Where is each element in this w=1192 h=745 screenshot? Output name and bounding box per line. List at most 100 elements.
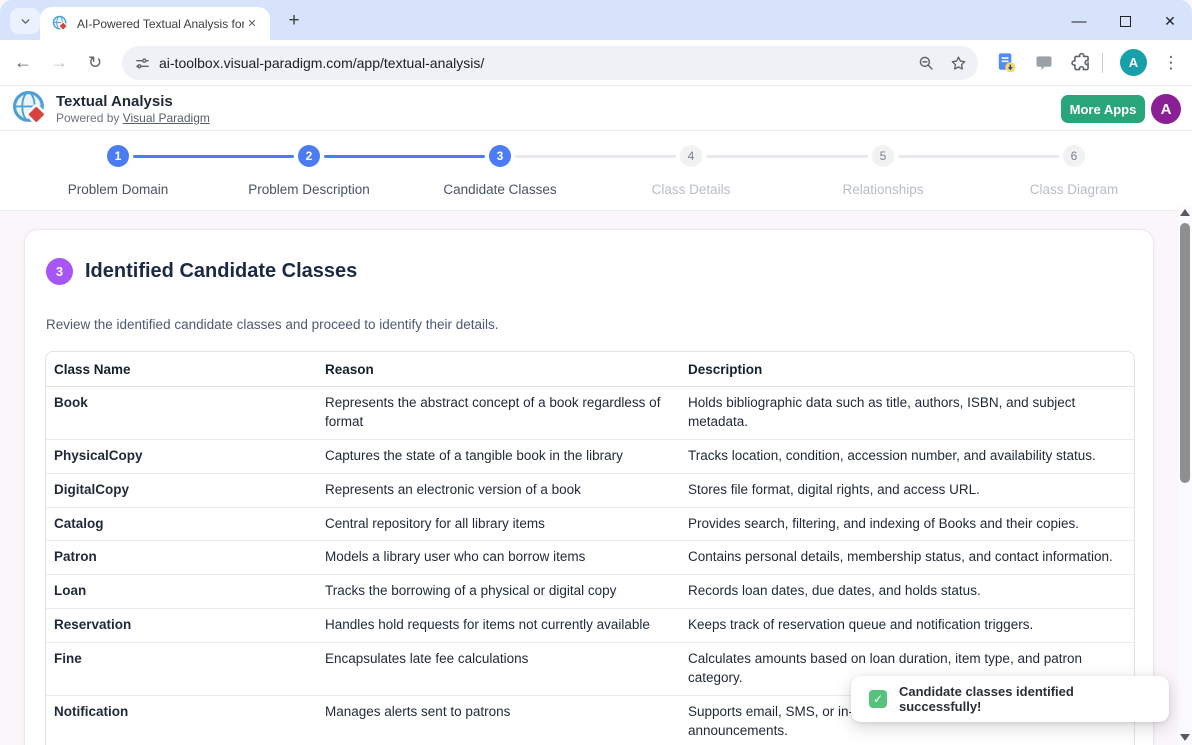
table-row: DigitalCopy Represents an electronic ver… [46, 474, 1134, 508]
window-maximize-button[interactable] [1110, 10, 1140, 32]
table-header-row: Class Name Reason Description [46, 352, 1134, 387]
new-tab-button[interactable]: + [282, 9, 306, 33]
extension-comment-icon[interactable] [1034, 53, 1054, 73]
table-row: Catalog Central repository for all libra… [46, 508, 1134, 542]
step-number: 2 [298, 145, 320, 167]
cell-description: Records loan dates, due dates, and holds… [680, 575, 1134, 609]
column-description: Description [680, 352, 1134, 387]
address-bar[interactable]: ai-toolbox.visual-paradigm.com/app/textu… [122, 46, 978, 80]
step-label: Problem Domain [33, 182, 203, 197]
cell-reason: Encapsulates late fee calculations [317, 643, 680, 696]
step-problem-domain[interactable]: 1 Problem Domain [33, 145, 203, 197]
cell-reason: Tracks the borrowing of a physical or di… [317, 575, 680, 609]
cell-reason: Models a library user who can borrow ite… [317, 541, 680, 575]
visual-paradigm-logo [12, 90, 49, 127]
cell-class-name: Reservation [46, 609, 317, 643]
browser-profile-avatar[interactable]: A [1120, 49, 1147, 76]
column-class-name: Class Name [46, 352, 317, 387]
forward-button[interactable]: → [44, 48, 74, 78]
success-check-icon: ✓ [869, 690, 887, 708]
site-settings-icon[interactable] [134, 55, 151, 72]
tab-close-icon[interactable]: ✕ [244, 16, 260, 32]
page-content: 3 Identified Candidate Classes Review th… [0, 211, 1178, 745]
step-label: Problem Description [224, 182, 394, 197]
wizard-stepper: 1 Problem Domain 2 Problem Description 3… [0, 131, 1192, 211]
table-row: Patron Models a library user who can bor… [46, 541, 1134, 575]
cell-reason: Handles hold requests for items not curr… [317, 609, 680, 643]
cell-reason: Manages alerts sent to patrons [317, 696, 680, 745]
window-minimize-button[interactable]: — [1064, 10, 1094, 32]
table-row: PhysicalCopy Captures the state of a tan… [46, 440, 1134, 474]
step-number: 6 [1063, 145, 1085, 167]
step-number: 5 [872, 145, 894, 167]
cell-class-name: Book [46, 387, 317, 440]
app-title: Textual Analysis [56, 93, 173, 110]
cell-reason: Central repository for all library items [317, 508, 680, 542]
chevron-down-icon [19, 15, 32, 28]
table-row: Book Represents the abstract concept of … [46, 387, 1134, 440]
cell-class-name: Catalog [46, 508, 317, 542]
bookmark-star-icon[interactable] [949, 54, 968, 73]
page-scrollbar[interactable] [1178, 205, 1192, 745]
tab-title: AI-Powered Textual Analysis for [77, 17, 244, 31]
cell-class-name: PhysicalCopy [46, 440, 317, 474]
step-number: 1 [107, 145, 129, 167]
step-problem-description[interactable]: 2 Problem Description [224, 145, 394, 197]
column-reason: Reason [317, 352, 680, 387]
step-label: Class Details [606, 182, 776, 197]
visual-paradigm-link[interactable]: Visual Paradigm [123, 111, 210, 125]
page-subtitle: Review the identified candidate classes … [46, 317, 499, 332]
step-relationships[interactable]: 5 Relationships [798, 145, 968, 197]
powered-by: Powered by Visual Paradigm [56, 111, 210, 125]
step-label: Class Diagram [989, 182, 1159, 197]
browser-toolbar: ← → ↻ ai-toolbox.visual-paradigm.com/app… [0, 40, 1192, 86]
powered-by-prefix: Powered by [56, 111, 123, 125]
zoom-indicator-icon[interactable] [917, 54, 935, 72]
maximize-icon [1120, 16, 1131, 27]
cell-class-name: Notification [46, 696, 317, 745]
toast-message: Candidate classes identified successfull… [899, 684, 1155, 714]
window-close-button[interactable]: ✕ [1155, 10, 1185, 32]
browser-tab[interactable]: AI-Powered Textual Analysis for ✕ [40, 7, 270, 40]
tab-search-button[interactable] [10, 8, 40, 34]
browser-menu-icon[interactable]: ⋮ [1158, 49, 1184, 76]
cell-description: Provides search, filtering, and indexing… [680, 508, 1134, 542]
app-user-avatar[interactable]: A [1151, 94, 1181, 124]
cell-reason: Captures the state of a tangible book in… [317, 440, 680, 474]
cell-reason: Represents the abstract concept of a boo… [317, 387, 680, 440]
table-row: Loan Tracks the borrowing of a physical … [46, 575, 1134, 609]
scrollbar-up-arrow-icon[interactable] [1180, 209, 1190, 216]
step-badge: 3 [46, 258, 73, 285]
cell-description: Holds bibliographic data such as title, … [680, 387, 1134, 440]
candidate-classes-card: 3 Identified Candidate Classes Review th… [24, 229, 1154, 745]
cell-reason: Represents an electronic version of a bo… [317, 474, 680, 508]
app-header: Textual Analysis Powered by Visual Parad… [0, 86, 1192, 131]
page-title: Identified Candidate Classes [85, 260, 357, 283]
step-class-diagram[interactable]: 6 Class Diagram [989, 145, 1159, 197]
favicon-visual-paradigm [52, 15, 69, 32]
back-button[interactable]: ← [8, 48, 38, 78]
step-candidate-classes[interactable]: 3 Candidate Classes [415, 145, 585, 197]
toast-notification: ✓ Candidate classes identified successfu… [851, 676, 1169, 722]
step-number: 4 [680, 145, 702, 167]
step-class-details[interactable]: 4 Class Details [606, 145, 776, 197]
cell-class-name: Loan [46, 575, 317, 609]
extensions-puzzle-icon[interactable] [1071, 52, 1092, 73]
step-label: Candidate Classes [415, 182, 585, 197]
cell-description: Stores file format, digital rights, and … [680, 474, 1134, 508]
reload-button[interactable]: ↻ [80, 48, 110, 78]
url-text[interactable]: ai-toolbox.visual-paradigm.com/app/textu… [159, 55, 903, 71]
browser-titlebar: AI-Powered Textual Analysis for ✕ + — ✕ [0, 0, 1192, 40]
scrollbar-down-arrow-icon[interactable] [1180, 734, 1190, 741]
step-number: 3 [489, 145, 511, 167]
extension-document-download-icon[interactable] [995, 51, 1018, 74]
more-apps-button[interactable]: More Apps [1061, 95, 1145, 123]
cell-class-name: DigitalCopy [46, 474, 317, 508]
table-row: Reservation Handles hold requests for it… [46, 609, 1134, 643]
toolbar-divider [1102, 53, 1103, 73]
cell-description: Tracks location, condition, accession nu… [680, 440, 1134, 474]
cell-class-name: Patron [46, 541, 317, 575]
step-label: Relationships [798, 182, 968, 197]
scrollbar-thumb[interactable] [1180, 223, 1190, 483]
cell-description: Contains personal details, membership st… [680, 541, 1134, 575]
